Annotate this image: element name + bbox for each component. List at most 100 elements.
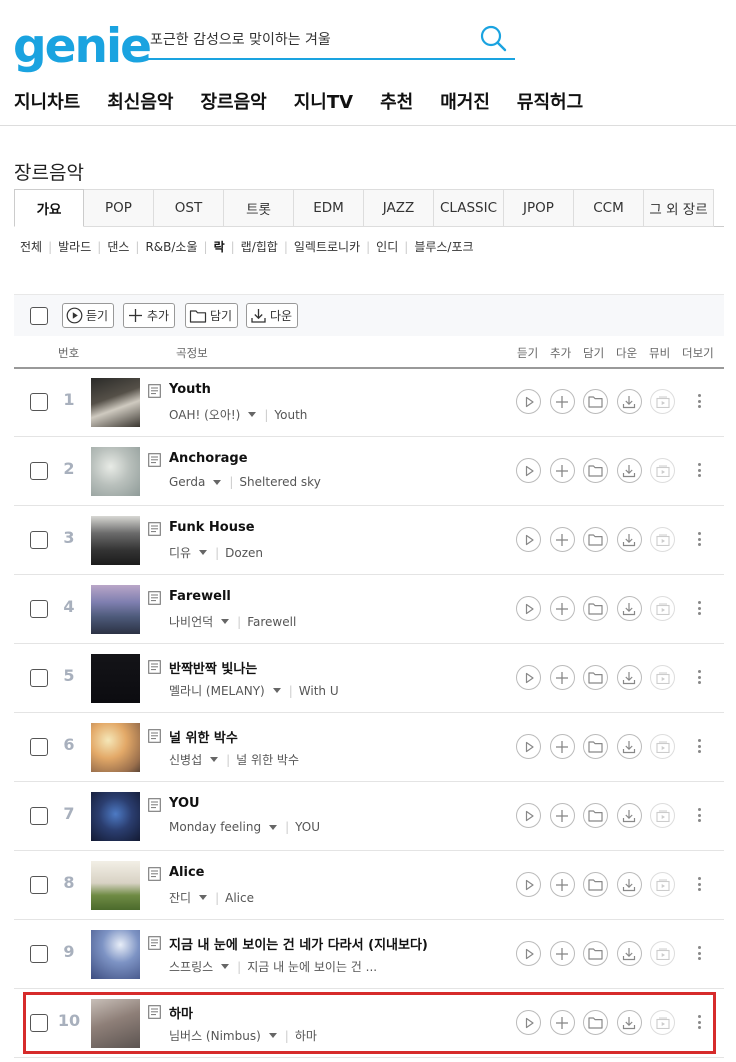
album-name[interactable]: Dozen [225,546,263,560]
subgenre-all[interactable]: 전체 [20,238,42,255]
play-button[interactable] [516,458,541,483]
album-cover[interactable] [91,999,140,1048]
save-button[interactable] [583,941,608,966]
add-button[interactable] [549,803,575,828]
play-button[interactable] [516,803,541,828]
save-button[interactable] [583,596,608,621]
add-button[interactable] [549,941,575,966]
artist-name[interactable]: 나비언덕 [169,613,213,630]
nav-recommend[interactable]: 추천 [380,88,413,114]
music-video-button[interactable] [650,665,675,690]
music-video-button[interactable] [650,527,675,552]
download-button[interactable] [616,1010,642,1035]
download-button[interactable] [616,872,642,897]
play-button[interactable] [516,872,541,897]
add-button[interactable] [549,389,575,414]
nav-music-hug[interactable]: 뮤직허그 [517,88,583,114]
caret-down-icon[interactable] [248,412,257,417]
download-button[interactable] [616,803,642,828]
row-checkbox[interactable] [30,1014,48,1032]
artist-name[interactable]: 님버스 (Nimbus) [169,1027,261,1044]
tab-ost[interactable]: OST [154,189,224,227]
add-button[interactable] [549,734,575,759]
play-selected-button[interactable]: 듣기 [62,303,115,328]
artist-name[interactable]: 디유 [169,544,191,561]
song-title[interactable]: 하마 [169,1003,193,1022]
search-input[interactable] [150,28,470,52]
album-name[interactable]: Alice [225,891,254,905]
caret-down-icon[interactable] [221,964,230,969]
lyrics-icon[interactable] [148,728,161,743]
play-button[interactable] [516,1010,541,1035]
album-cover[interactable] [91,447,140,496]
subgenre-ballad[interactable]: 발라드 [58,238,91,255]
play-button[interactable] [516,527,541,552]
album-name[interactable]: 널 위한 박수 [236,751,299,768]
music-video-button[interactable] [650,596,675,621]
tab-trot[interactable]: 트롯 [224,189,294,227]
song-title[interactable]: 널 위한 박수 [169,727,238,746]
save-button[interactable] [583,527,608,552]
add-button[interactable] [549,872,575,897]
lyrics-icon[interactable] [148,590,161,605]
row-checkbox[interactable] [30,945,48,963]
play-button[interactable] [516,941,541,966]
row-checkbox[interactable] [30,600,48,618]
download-button[interactable] [616,458,642,483]
more-options-icon[interactable] [694,597,704,619]
search-icon[interactable] [479,24,509,54]
more-options-icon[interactable] [694,942,704,964]
more-options-icon[interactable] [694,528,704,550]
more-options-icon[interactable] [694,666,704,688]
album-name[interactable]: Youth [274,408,307,422]
nav-latest-music[interactable]: 최신음악 [107,88,173,114]
tab-kpop[interactable]: 가요 [14,189,84,227]
tab-edm[interactable]: EDM [294,189,364,227]
download-button[interactable] [616,527,642,552]
caret-down-icon[interactable] [221,619,230,624]
lyrics-icon[interactable] [148,521,161,536]
album-cover[interactable] [91,930,140,979]
album-name[interactable]: Farewell [247,615,296,629]
nav-magazine[interactable]: 매거진 [440,88,490,114]
download-button[interactable] [616,941,642,966]
lyrics-icon[interactable] [148,1004,161,1019]
more-options-icon[interactable] [694,804,704,826]
song-title[interactable]: 지금 내 눈에 보이는 건 네가 다라서 (지내보다) [169,934,428,953]
album-name[interactable]: 하마 [295,1027,317,1044]
song-title[interactable]: Anchorage [169,451,248,466]
album-cover[interactable] [91,792,140,841]
caret-down-icon[interactable] [199,895,208,900]
save-selected-button[interactable]: 담기 [185,303,239,328]
caret-down-icon[interactable] [269,824,278,830]
song-title[interactable]: 반짝반짝 빛나는 [169,658,257,677]
subgenre-rap-hiphop[interactable]: 랩/힙합 [241,238,278,255]
artist-name[interactable]: 잔디 [169,889,191,906]
caret-down-icon[interactable] [199,550,208,555]
play-button[interactable] [516,734,541,759]
music-video-button[interactable] [650,941,675,966]
album-cover[interactable] [91,585,140,634]
artist-name[interactable]: Gerda [169,475,205,489]
caret-down-icon[interactable] [272,688,281,693]
more-options-icon[interactable] [694,873,704,895]
tab-other-genres[interactable]: 그 외 장르 [644,189,714,227]
tab-classic[interactable]: CLASSIC [434,189,504,227]
nav-genre-music[interactable]: 장르음악 [201,88,267,114]
save-button[interactable] [583,458,608,483]
add-button[interactable] [549,458,575,483]
music-video-button[interactable] [650,872,675,897]
add-button[interactable] [549,596,575,621]
save-button[interactable] [583,1010,608,1035]
play-button[interactable] [516,665,541,690]
album-cover[interactable] [91,378,140,427]
song-title[interactable]: Youth [169,382,211,397]
row-checkbox[interactable] [30,531,48,549]
music-video-button[interactable] [650,458,675,483]
caret-down-icon[interactable] [213,479,222,485]
song-title[interactable]: YOU [169,796,200,811]
download-button[interactable] [616,389,642,414]
artist-name[interactable]: 스프링스 [169,958,213,975]
tab-pop[interactable]: POP [84,189,154,227]
album-cover[interactable] [91,654,140,703]
